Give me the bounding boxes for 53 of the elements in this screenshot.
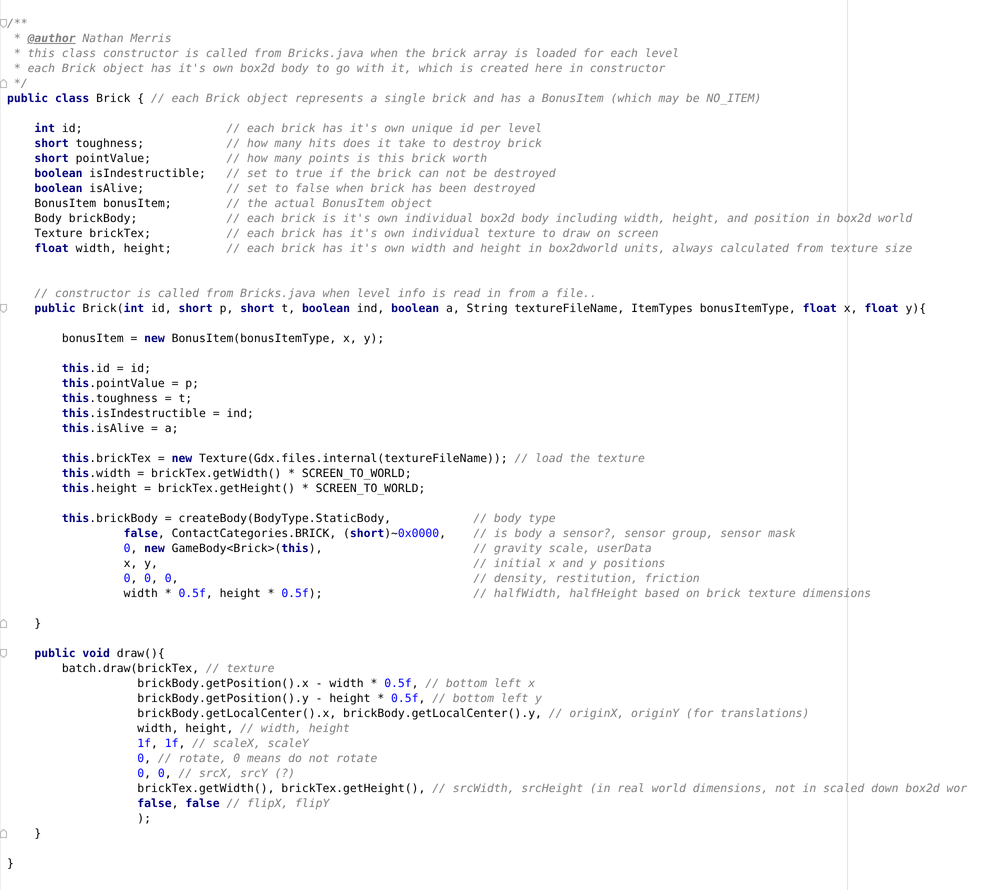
- code-line: 0, 0, 0, // density, restitution, friction: [122, 571, 700, 586]
- code-line: this.id = id;: [60, 361, 152, 376]
- code-line: * this class constructor is called from Bricks.java when the brick array is loaded for each level: [12, 46, 680, 61]
- code-line: batch.draw(brickTex, // texture: [60, 661, 274, 676]
- fold-marker-icon[interactable]: [0, 619, 7, 628]
- fold-marker-icon[interactable]: [0, 19, 7, 28]
- code-line: public void draw(){: [33, 646, 165, 661]
- code-line: short pointValue; // how many points is this brick worth: [33, 151, 488, 166]
- code-line: }: [33, 826, 42, 841]
- code-line: */: [12, 76, 28, 91]
- code-line: 0, new GameBody<Brick>(this), // gravity scale, userData: [122, 541, 652, 556]
- code-line: x, y, // initial x and y positions: [122, 556, 666, 571]
- code-line: this.isIndestructible = ind;: [60, 406, 254, 421]
- code-line: 1f, 1f, // scaleX, scaleY: [136, 736, 309, 751]
- code-line: BonusItem bonusItem; // the actual BonusItem object: [33, 196, 432, 211]
- code-line: * @author Nathan Merris: [12, 31, 172, 46]
- code-line: false, false // flipX, flipY: [136, 796, 330, 811]
- fold-marker-icon[interactable]: [0, 649, 7, 658]
- code-line: brickBody.getPosition().y - height * 0.5f, // bottom left y: [136, 691, 542, 706]
- code-line: }: [7, 856, 14, 871]
- code-line: boolean isIndestructible; // set to true if the brick can not be destroyed: [33, 166, 556, 181]
- code-line: * each Brick object has it's own box2d body to go with it, which is created here in constructor: [12, 61, 666, 76]
- code-line: bonusItem = new BonusItem(bonusItemType, x, y);: [60, 331, 384, 346]
- code-line: false, ContactCategories.BRICK, (short)~0x0000, // is body a sensor?, sensor group, sensor mask: [122, 526, 796, 541]
- code-line: width * 0.5f, height * 0.5f); // halfWidth, halfHeight based on brick texture dimensions: [122, 586, 872, 601]
- code-line: boolean isAlive; // set to false when brick has been destroyed: [33, 181, 536, 196]
- code-line: this.pointValue = p;: [60, 376, 200, 391]
- code-line: 0, // rotate, 0 means do not rotate: [136, 751, 378, 766]
- code-line: this.width = brickTex.getWidth() * SCREEN_TO_WORLD;: [60, 466, 412, 481]
- code-line: float width, height; // each brick has it's own width and height in box2dworld units, always calculated from texture size: [33, 241, 912, 256]
- code-line: }: [33, 616, 42, 631]
- code-line: brickBody.getLocalCenter().x, brickBody.getLocalCenter().y, // originX, originY (for translations): [136, 706, 810, 721]
- code-line: 0, 0, // srcX, srcY (?): [136, 766, 296, 781]
- code-line: this.brickBody = createBody(BodyType.StaticBody, // body type: [60, 511, 556, 526]
- code-line: width, height, // width, height: [136, 721, 350, 736]
- fold-marker-icon[interactable]: [0, 829, 7, 838]
- code-line: this.brickTex = new Texture(Gdx.files.internal(textureFileName)); // load the texture: [60, 451, 645, 466]
- code-line: public Brick(int id, short p, short t, boolean ind, boolean a, String textureFileName, ItemTypes bonusItemType, float x, float y){: [33, 301, 926, 316]
- code-line: this.height = brickTex.getHeight() * SCREEN_TO_WORLD;: [60, 481, 426, 496]
- code-line: Texture brickTex; // each brick has it's own individual texture to draw on screen: [33, 226, 658, 241]
- code-line: // constructor is called from Bricks.java when level info is read in from a file..: [33, 286, 597, 301]
- code-line: Body brickBody; // each brick is it's own individual box2d body including width, height, and position in box2d world: [33, 211, 912, 226]
- fold-marker-icon[interactable]: [0, 79, 7, 88]
- code-line: /**: [7, 16, 28, 31]
- code-line: );: [136, 811, 152, 826]
- fold-marker-icon[interactable]: [0, 304, 7, 313]
- code-line: this.toughness = t;: [60, 391, 192, 406]
- code-line: short toughness; // how many hits does it take to destroy brick: [33, 136, 542, 151]
- code-line: this.isAlive = a;: [60, 421, 178, 436]
- code-line: brickBody.getPosition().x - width * 0.5f, // bottom left x: [136, 676, 536, 691]
- code-line: int id; // each brick has it's own unique id per level: [33, 121, 542, 136]
- code-line: public class Brick { // each Brick object represents a single brick and has a BonusItem (which may be NO_ITEM): [7, 91, 762, 106]
- code-line: brickTex.getWidth(), brickTex.getHeight(), // srcWidth, srcHeight (in real world dimensions, not in scaled down box2d wor: [136, 781, 968, 796]
